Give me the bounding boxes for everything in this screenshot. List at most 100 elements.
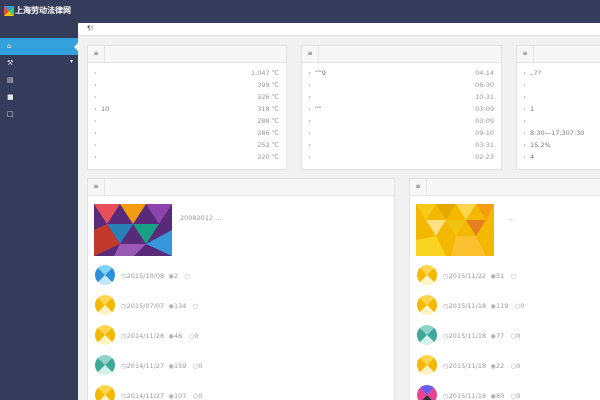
avatar[interactable]	[417, 325, 437, 345]
chevron-right-icon: ›	[94, 129, 97, 137]
sidebar-item-document[interactable]: ■	[0, 89, 78, 106]
feature-text[interactable]: 20082012 ...	[180, 214, 221, 222]
feed-entry[interactable]: ◷2014/11/27 ◉107 ○0	[95, 385, 375, 400]
list-item[interactable]: › 326 ℃	[88, 91, 286, 103]
feed-entry[interactable]: ◷2015/11/18 ◉22 ○0	[417, 355, 600, 377]
feed-entry[interactable]: ◷2015/10/08 ◉2 ○	[95, 265, 375, 287]
top-bar: 上海劳动法律网	[0, 0, 600, 23]
entry-meta: ◷2015/11/18 ◉119 ○0	[443, 302, 524, 310]
entry-meta: ◷2015/11/22 ◉51 ○	[443, 272, 516, 280]
entry-views: 119	[495, 302, 509, 310]
feed-entry[interactable]: ◷2015/11/18 ◉77 ○0	[417, 325, 600, 347]
breadcrumb-text[interactable]: ¶!	[87, 25, 93, 32]
avatar[interactable]	[95, 265, 115, 285]
list-item[interactable]: › 1	[517, 103, 600, 115]
list-item[interactable]: › 15.2%	[517, 139, 600, 151]
avatar[interactable]	[417, 295, 437, 315]
list-item[interactable]: › 252 ℃	[88, 139, 286, 151]
avatar[interactable]	[95, 385, 115, 400]
chevron-right-icon: ›	[523, 153, 526, 161]
list-item[interactable]: › 220 ℃	[88, 151, 286, 163]
comment-icon: ○	[192, 302, 199, 310]
feature-image[interactable]	[416, 204, 494, 256]
chevron-right-icon: ›	[308, 153, 311, 161]
list-item-value: 326 ℃	[257, 93, 279, 101]
entry-date: 2015/10/08	[126, 272, 165, 280]
avatar[interactable]	[95, 295, 115, 315]
feed-entry[interactable]: ◷2015/11/18 ◉119 ○0	[417, 295, 600, 317]
list-item[interactable]: › 1,047 ℃	[88, 67, 286, 79]
list-item[interactable]: › 06-30	[302, 79, 501, 91]
panel-header: ≡	[517, 46, 600, 63]
feed-panel-right: ≡ ... ◷2015/11/22 ◉51 ○ ◷2015/11/18 ◉119 …	[409, 178, 600, 400]
feed-entry[interactable]: ◷2014/11/27 ◉159 ○0	[95, 355, 375, 377]
feed-entry[interactable]: ◷2015/11/22 ◉51 ○	[417, 265, 600, 287]
avatar[interactable]	[417, 265, 437, 285]
list-item[interactable]: ›,,??	[517, 67, 600, 79]
list-item[interactable]: › 4	[517, 151, 600, 163]
list-item[interactable]: › “”9 04-14	[302, 67, 501, 79]
sidebar-item-home[interactable]: ⌂	[0, 38, 79, 55]
entry-views: 80	[495, 392, 505, 400]
chevron-right-icon: ›	[94, 141, 97, 149]
chevron-right-icon: ›	[523, 141, 526, 149]
avatar[interactable]	[95, 325, 115, 345]
active-indicator	[74, 42, 79, 52]
sidebar-item-file[interactable]: □	[0, 106, 78, 123]
list-item-value: 03-31	[475, 141, 494, 149]
sidebar-item-books[interactable]: ▤	[0, 72, 78, 89]
list-item[interactable]: › 399 ℃	[88, 79, 286, 91]
list-item[interactable]: › 09-10	[302, 127, 501, 139]
entry-date: 2014/11/27	[126, 392, 165, 400]
feature-image[interactable]	[94, 204, 172, 256]
avatar[interactable]	[417, 355, 437, 375]
list-item[interactable]: › 10 318 ℃	[88, 103, 286, 115]
list-item[interactable]: ›	[517, 115, 600, 127]
sidebar: ⌂ ⚒ ▾ ▤ ■ □	[0, 23, 79, 400]
entry-views: 22	[495, 362, 505, 370]
chevron-right-icon: ›	[308, 69, 311, 77]
list-item[interactable]: › 02-23	[302, 151, 501, 163]
list-item[interactable]: ›	[517, 91, 600, 103]
avatar[interactable]	[95, 355, 115, 375]
comment-icon: ○	[510, 272, 517, 280]
sidebar-item-tools[interactable]: ⚒ ▾	[0, 55, 78, 72]
list-icon: ≡	[410, 179, 427, 195]
feed-entry[interactable]: ◷2014/11/28 ◉46 ○0	[95, 325, 375, 347]
panel-middle: ≡ › “”9 04-14 › 06-30 › 10-31 › “” 03-09 › 03-09 › 09…	[301, 45, 502, 170]
list-item[interactable]: › 10-31	[302, 91, 501, 103]
list-item-value: 04-14	[475, 69, 494, 77]
list-item[interactable]: › 03-09	[302, 115, 501, 127]
feed-entry[interactable]: ◷2015/11/18 ◉80 ○0	[417, 385, 600, 400]
entry-comments: 0	[198, 392, 203, 400]
list-item-label: 10	[101, 105, 110, 113]
list-item[interactable]: › 03-31	[302, 139, 501, 151]
list-item[interactable]: › “” 03-09	[302, 103, 501, 115]
list-item-label: 4	[530, 153, 535, 161]
file-icon: □	[7, 110, 14, 118]
entry-views: 46	[173, 332, 183, 340]
list-item[interactable]: › 288 ℃	[88, 115, 286, 127]
feed-entry[interactable]: ◷2015/07/07 ◉134 ○	[95, 295, 375, 317]
entry-meta: ◷2015/10/08 ◉2 ○	[121, 272, 190, 280]
list-item[interactable]: › 286 ℃	[88, 127, 286, 139]
wrench-icon: ⚒	[7, 59, 14, 67]
chevron-right-icon: ›	[94, 117, 97, 125]
entry-meta: ◷2014/11/27 ◉107 ○0	[121, 392, 202, 400]
list-item-label: 8:30—17:307:30	[530, 129, 585, 137]
list-item-value: 06-30	[475, 81, 494, 89]
entry-meta: ◷2014/11/28 ◉46 ○0	[121, 332, 198, 340]
entry-date: 2015/11/22	[448, 272, 487, 280]
comment-icon: ○	[184, 272, 190, 280]
feature-text[interactable]: ...	[508, 214, 514, 222]
chevron-down-icon: ▾	[69, 58, 73, 65]
chevron-right-icon: ›	[308, 141, 311, 149]
chevron-right-icon: ›	[523, 117, 526, 125]
entry-views: 51	[495, 272, 505, 280]
list-item[interactable]: › 8:30—17:307:30	[517, 127, 600, 139]
avatar[interactable]	[417, 385, 437, 400]
list-item[interactable]: ›	[517, 79, 600, 91]
entry-date: 2014/11/28	[126, 332, 165, 340]
site-title[interactable]: 上海劳动法律网	[15, 5, 71, 16]
document-icon: ■	[7, 93, 14, 101]
